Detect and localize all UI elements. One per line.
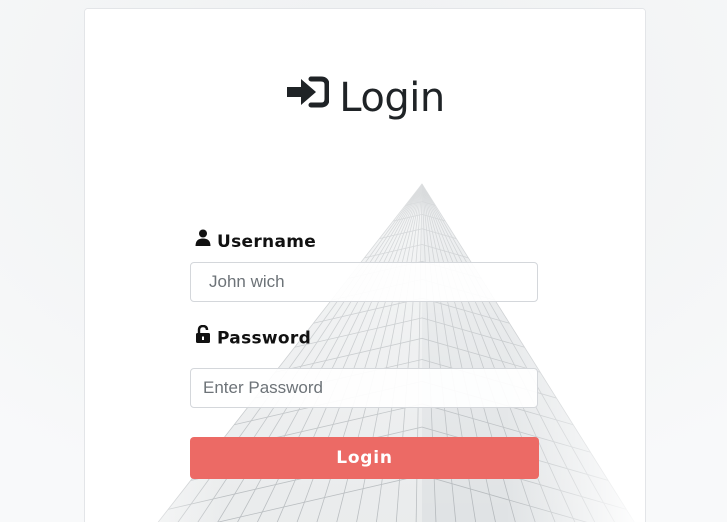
password-input[interactable] [190, 368, 538, 408]
unlock-icon [195, 324, 211, 348]
page-title: Login [85, 75, 645, 123]
password-label: Password [195, 324, 312, 350]
username-label-text: Username [217, 232, 317, 252]
user-icon [195, 229, 211, 251]
sign-in-icon [285, 73, 330, 119]
username-input[interactable] [190, 262, 538, 302]
username-label: Username [195, 229, 317, 253]
login-page: Login Username Password Login [0, 0, 727, 522]
password-label-text: Password [217, 328, 312, 349]
login-button[interactable]: Login [190, 437, 539, 479]
title-text: Login [339, 75, 445, 121]
login-card: Login Username Password Login [84, 8, 646, 522]
